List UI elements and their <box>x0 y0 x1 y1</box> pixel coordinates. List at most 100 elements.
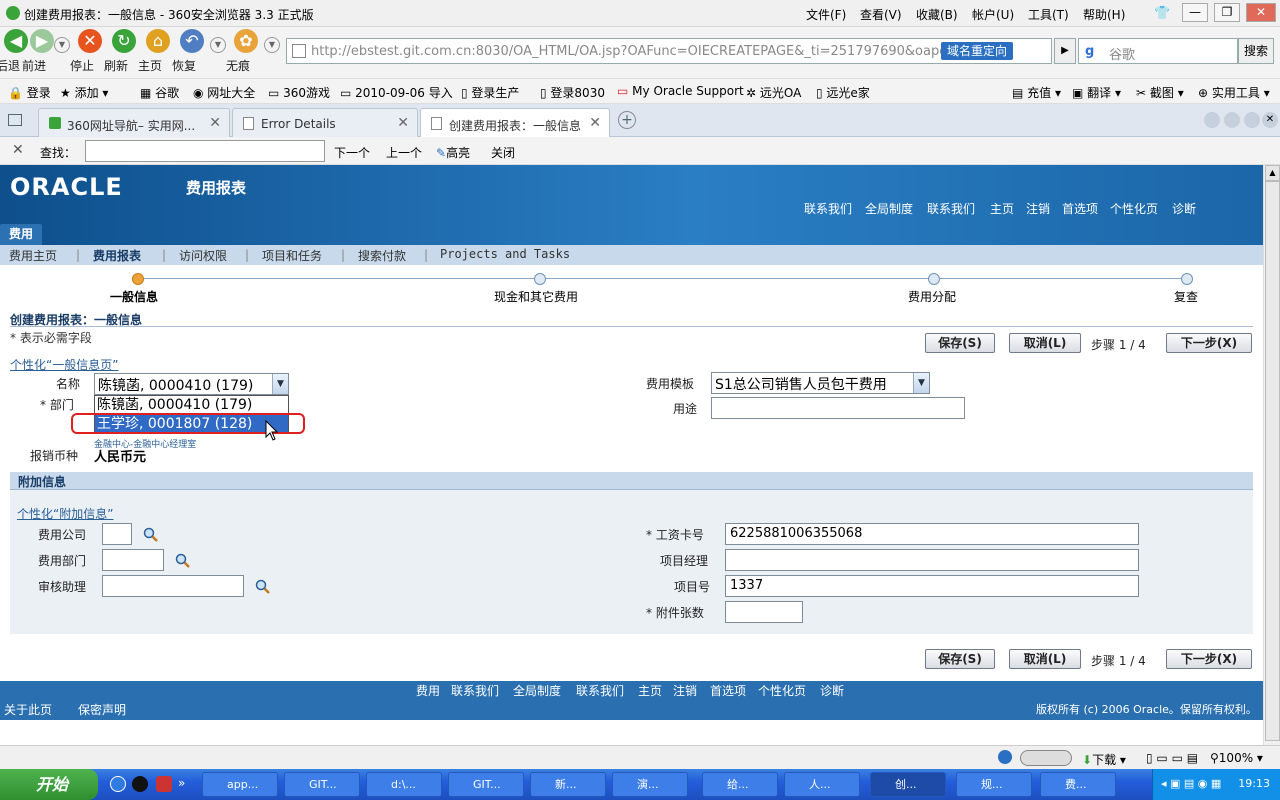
bookmark-sites[interactable]: ◉ 网址大全 <box>193 84 255 101</box>
tab-error-details[interactable]: Error Details ✕ <box>232 108 418 137</box>
global-link-home[interactable]: 主页 <box>990 200 1014 217</box>
quicklaunch-more-icon[interactable]: » <box>178 776 185 790</box>
tab-close-all-icon[interactable]: ✕ <box>1262 112 1278 128</box>
purpose-input[interactable] <box>711 397 965 419</box>
bookmark-google[interactable]: ▦ 谷歌 <box>140 84 179 101</box>
subtab-expense-reports[interactable]: 费用报表 <box>93 247 141 264</box>
restore-button[interactable]: ↶ 恢复 <box>172 29 212 73</box>
task-rules[interactable]: 规... <box>956 772 1032 797</box>
scroll-up-icon[interactable]: ▲ <box>1265 165 1280 181</box>
global-link-preferences[interactable]: 首选项 <box>1062 200 1098 217</box>
tab-scroll-right-icon[interactable] <box>1224 112 1240 128</box>
tab-scroll-left-icon[interactable] <box>1204 112 1220 128</box>
train-step-dot-3[interactable] <box>928 273 940 285</box>
subtab-projects-tasks[interactable]: Projects and Tasks <box>440 247 570 261</box>
tray-icons[interactable]: ◂ ▣ ▤ ◉ ▦ <box>1161 777 1221 790</box>
cancel-button[interactable]: 取消(L) <box>1009 333 1081 353</box>
pm-input[interactable] <box>725 549 1139 571</box>
bookmark-360games[interactable]: ▭ 360游戏 <box>268 84 330 101</box>
tool-recharge[interactable]: ▤ 充值 ▾ <box>1012 84 1061 101</box>
find-close-icon[interactable]: ✕ <box>12 142 24 158</box>
network-icon[interactable] <box>998 750 1012 764</box>
zoom-control[interactable]: ⚲100% ▾ <box>1210 751 1263 765</box>
project-input[interactable]: 1337 <box>725 575 1139 597</box>
subtab-access[interactable]: 访问权限 <box>179 247 227 264</box>
global-link-contact-2[interactable]: 联系我们 <box>927 200 975 217</box>
scroll-thumb[interactable] <box>1265 181 1280 741</box>
start-button[interactable]: 开始 <box>0 769 98 800</box>
save-button[interactable]: 保存(S) <box>925 333 995 353</box>
tab-expenses[interactable]: 费用 <box>0 224 42 245</box>
menu-file[interactable]: 文件(F) <box>806 6 846 23</box>
incognito-dropdown-icon[interactable]: ▼ <box>264 37 280 53</box>
footer-link-expenses[interactable]: 费用 <box>416 682 440 699</box>
train-step-allocation[interactable]: 费用分配 <box>908 288 956 305</box>
skin-icon[interactable]: 👕 <box>1154 6 1170 21</box>
footer-link-contact[interactable]: 联系我们 <box>451 682 499 699</box>
name-select[interactable]: 陈镜菡, 0000410 (179) ▼ <box>94 373 289 395</box>
global-link-policy[interactable]: 全局制度 <box>865 200 913 217</box>
bookmark-login[interactable]: 🔒 登录 <box>8 84 51 101</box>
company-input[interactable] <box>102 523 132 545</box>
find-close-button[interactable]: 关闭 <box>491 144 515 161</box>
global-link-logout[interactable]: 注销 <box>1026 200 1050 217</box>
bookmark-ygoa[interactable]: ✲ 远光OA <box>746 84 801 101</box>
tab-menu-icon[interactable] <box>1244 112 1260 128</box>
tool-translate[interactable]: ▣ 翻译 ▾ <box>1072 84 1121 101</box>
menu-tools[interactable]: 工具(T) <box>1028 6 1069 23</box>
new-tab-icon[interactable]: + <box>618 111 636 129</box>
menu-account[interactable]: 帐户(U) <box>972 6 1014 23</box>
name-option-1[interactable]: 陈镜菡, 0000410 (179) <box>95 396 288 414</box>
footer-link-logout[interactable]: 注销 <box>673 682 697 699</box>
bookmark-oracle-support[interactable]: ▭ My Oracle Support <box>617 84 744 98</box>
task-app[interactable]: app... <box>202 772 278 797</box>
personalize-general-link[interactable]: 个性化“一般信息页” <box>10 356 118 373</box>
redirect-badge[interactable]: 域名重定向 <box>941 42 1014 60</box>
company-search-icon[interactable] <box>143 527 159 543</box>
search-button[interactable]: 搜索 <box>1238 38 1274 64</box>
tab-close-icon[interactable]: ✕ <box>209 115 221 131</box>
task-git-2[interactable]: GIT... <box>448 772 524 797</box>
tool-screenshot[interactable]: ✂ 截图 ▾ <box>1136 84 1184 101</box>
tab-close-icon[interactable]: ✕ <box>397 115 409 131</box>
save-button-bottom[interactable]: 保存(S) <box>925 649 995 669</box>
incognito-button[interactable]: ✿ 无痕 <box>226 29 266 73</box>
bookmark-ygehome[interactable]: ▯ 远光e家 <box>816 84 870 101</box>
chevron-down-icon[interactable]: ▼ <box>272 374 288 394</box>
bookmark-prod-login[interactable]: ▯ 登录生产 <box>461 84 519 101</box>
history-dropdown-icon[interactable]: ▼ <box>54 37 70 53</box>
task-create[interactable]: 创... <box>870 772 946 797</box>
tab-360-nav[interactable]: 360网址导航– 实用网... ✕ <box>38 108 230 137</box>
find-highlight-button[interactable]: ✎高亮 <box>436 144 470 161</box>
cancel-button-bottom[interactable]: 取消(L) <box>1009 649 1081 669</box>
task-give[interactable]: 给... <box>702 772 778 797</box>
bookmark-add[interactable]: ★ 添加 ▾ <box>60 84 108 101</box>
search-box[interactable]: g 谷歌 <box>1078 38 1238 64</box>
footer-link-personalize[interactable]: 个性化页 <box>758 682 806 699</box>
footer-link-policy[interactable]: 全局制度 <box>513 682 561 699</box>
tab-create-expense[interactable]: 创建费用报表：一般信息 ✕ <box>420 108 610 137</box>
attach-input[interactable] <box>725 601 803 623</box>
tab-close-icon[interactable]: ✕ <box>589 115 601 131</box>
address-bar[interactable]: http://ebstest.git.com.cn:8030/OA_HTML/O… <box>286 38 1052 64</box>
footer-link-diagnostics[interactable]: 诊断 <box>820 682 844 699</box>
train-step-review[interactable]: 复查 <box>1174 288 1198 305</box>
qq-icon[interactable] <box>132 776 148 792</box>
task-git-1[interactable]: GIT... <box>284 772 360 797</box>
task-new[interactable]: 新... <box>530 772 606 797</box>
global-link-contact[interactable]: 联系我们 <box>804 200 852 217</box>
task-d-drive[interactable]: d:\... <box>366 772 442 797</box>
global-link-diagnostics[interactable]: 诊断 <box>1172 200 1196 217</box>
next-button[interactable]: 下一步(X) <box>1166 333 1252 353</box>
find-input[interactable] <box>85 140 325 162</box>
ie-icon[interactable] <box>110 776 126 792</box>
maximize-button[interactable]: ❐ <box>1214 3 1240 22</box>
template-select[interactable]: S1总公司销售人员包干费用 ▼ <box>711 372 930 394</box>
task-person[interactable]: 人... <box>784 772 860 797</box>
minimize-button[interactable]: — <box>1182 3 1208 22</box>
personalize-additional-link[interactable]: 个性化“附加信息” <box>17 505 113 522</box>
bookmark-8030[interactable]: ▯ 登录8030 <box>540 84 605 101</box>
menu-favorites[interactable]: 收藏(B) <box>916 6 958 23</box>
subtab-search-payments[interactable]: 搜索付款 <box>358 247 406 264</box>
next-button-bottom[interactable]: 下一步(X) <box>1166 649 1252 669</box>
